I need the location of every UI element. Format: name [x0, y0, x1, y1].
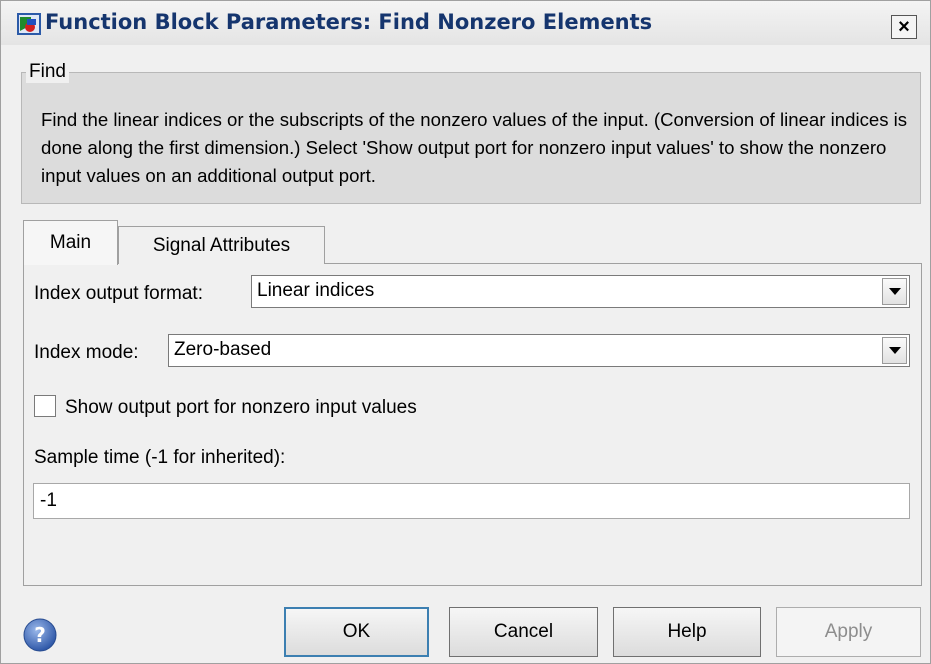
tab-main-label: Main [49, 232, 92, 253]
find-description: Find the linear indices or the subscript… [41, 109, 908, 186]
main-tab-panel [23, 263, 922, 586]
title-bar[interactable]: Function Block Parameters: Find Nonzero … [1, 1, 930, 45]
ok-button-label: OK [342, 621, 371, 642]
index-output-format-label: Index output format: [34, 283, 203, 304]
index-output-format-value: Linear indices [257, 280, 375, 301]
close-icon: × [898, 16, 910, 38]
sample-time-value: -1 [40, 490, 57, 511]
cancel-button-label: Cancel [493, 621, 554, 642]
apply-button[interactable]: Apply [776, 607, 921, 657]
apply-button-label: Apply [824, 621, 873, 642]
help-icon[interactable]: ? [23, 618, 57, 652]
show-output-port-checkbox[interactable] [34, 395, 56, 417]
find-legend: Find [26, 61, 69, 83]
svg-text:?: ? [34, 623, 46, 647]
dialog-window: Function Block Parameters: Find Nonzero … [0, 0, 931, 664]
chevron-down-icon[interactable] [882, 278, 907, 305]
tab-signal-attributes[interactable]: Signal Attributes [118, 226, 325, 264]
ok-button[interactable]: OK [284, 607, 429, 657]
help-button[interactable]: Help [613, 607, 761, 657]
index-mode-label: Index mode: [34, 342, 139, 363]
show-output-port-label[interactable]: Show output port for nonzero input value… [65, 397, 417, 419]
index-output-format-dropdown[interactable]: Linear indices [251, 275, 910, 308]
window-title: Function Block Parameters: Find Nonzero … [45, 10, 653, 34]
help-button-label: Help [667, 621, 707, 642]
tab-main[interactable]: Main [23, 220, 118, 265]
chevron-down-icon[interactable] [882, 337, 907, 364]
cancel-button[interactable]: Cancel [449, 607, 598, 657]
close-button[interactable]: × [891, 15, 917, 39]
sample-time-label: Sample time (-1 for inherited): [34, 447, 286, 468]
tab-signal-attributes-label: Signal Attributes [152, 234, 291, 256]
index-mode-value: Zero-based [174, 339, 272, 360]
sample-time-input[interactable]: -1 [33, 483, 910, 519]
simulink-block-icon [17, 13, 41, 35]
index-mode-dropdown[interactable]: Zero-based [168, 334, 910, 367]
